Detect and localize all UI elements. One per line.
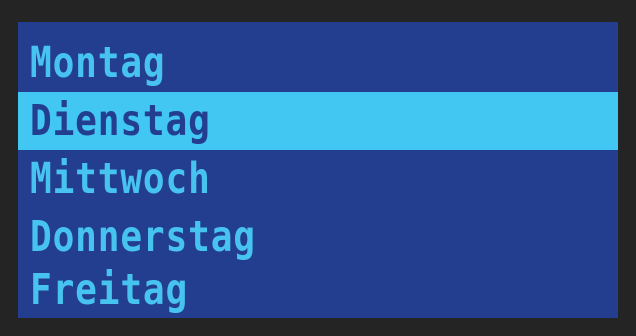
menu-item-label: Freitag bbox=[30, 265, 189, 315]
menu-item-label: Donnerstag bbox=[30, 212, 256, 262]
menu-item-freitag[interactable]: Freitag bbox=[18, 265, 618, 315]
menu-item-mittwoch[interactable]: Mittwoch bbox=[18, 150, 618, 208]
weekday-menu: Montag Dienstag Mittwoch Donnerstag Frei… bbox=[18, 22, 618, 318]
menu-item-label: Dienstag bbox=[30, 96, 211, 146]
menu-item-dienstag[interactable]: Dienstag bbox=[18, 92, 618, 150]
lcd-screen: Montag Dienstag Mittwoch Donnerstag Frei… bbox=[18, 22, 618, 318]
display-bezel: Montag Dienstag Mittwoch Donnerstag Frei… bbox=[0, 0, 636, 336]
menu-item-label: Montag bbox=[30, 38, 166, 88]
menu-item-donnerstag[interactable]: Donnerstag bbox=[18, 208, 618, 266]
menu-item-label: Mittwoch bbox=[30, 154, 211, 204]
menu-item-montag[interactable]: Montag bbox=[18, 34, 618, 92]
